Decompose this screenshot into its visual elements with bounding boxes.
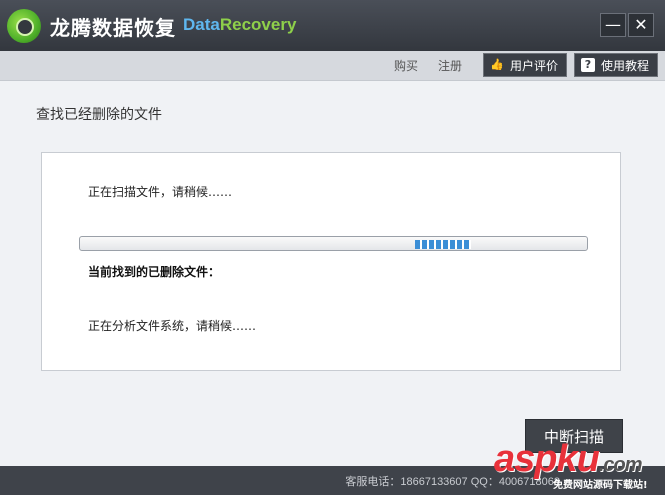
found-files-label: 当前找到的已删除文件： [88,265,221,279]
app-subtitle-recovery: Recovery [219,15,297,34]
thumbs-up-icon: 👍 [490,58,504,71]
user-review-button[interactable]: 👍 用户评价 [483,53,568,77]
toolbar: 购买 注册 👍 用户评价 ? 使用教程 [0,51,665,81]
user-review-label: 用户评价 [510,59,559,73]
watermark-brand: aspku [494,438,600,480]
close-button[interactable]: ✕ [628,13,654,37]
page-title: 查找已经删除的文件 [36,107,162,123]
app-logo-icon [7,9,41,43]
app-subtitle: DataRecovery [183,15,296,35]
watermark-logo: aspku.com [494,438,643,481]
analyze-status-text: 正在分析文件系统，请稍候…… [88,319,257,333]
watermark-slogan: 免费网站源码下载站! [553,480,648,491]
scan-panel: 正在扫描文件，请稍候…… 当前找到的已删除文件： 正在分析文件系统，请稍候…… [41,152,621,371]
app-title: 龙腾数据恢复 [50,16,176,40]
scan-progress-bar [79,236,588,251]
minimize-button[interactable]: — [600,13,626,37]
title-bar: 龙腾数据恢复 DataRecovery — ✕ [0,0,665,51]
progress-fill [415,240,471,249]
tutorial-label: 使用教程 [601,59,650,73]
buy-link[interactable]: 购买 [394,57,418,74]
watermark-tld: .com [598,454,643,476]
tutorial-button[interactable]: ? 使用教程 [574,53,659,77]
app-subtitle-data: Data [183,15,220,34]
register-link[interactable]: 注册 [438,57,462,74]
help-icon: ? [581,58,595,72]
scan-status-text: 正在扫描文件，请稍候…… [88,185,233,199]
